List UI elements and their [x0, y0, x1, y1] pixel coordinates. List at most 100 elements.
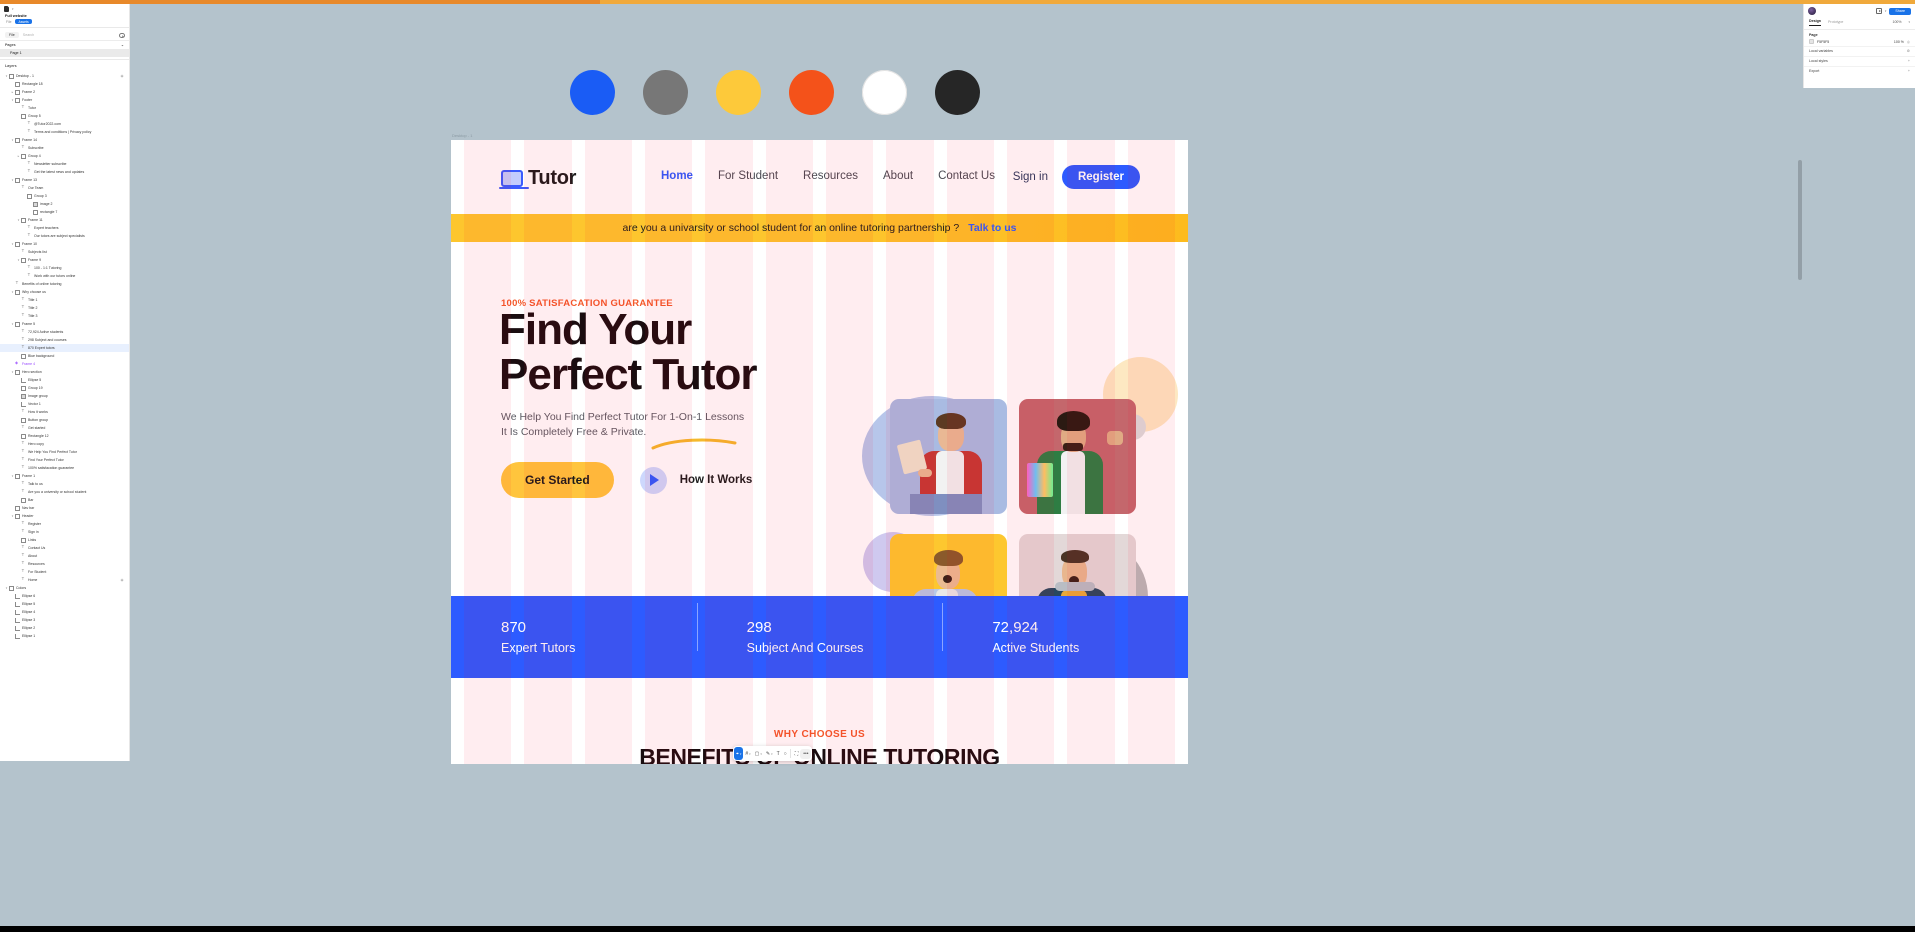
layer-row[interactable]: We Help You Find Perfect Tutor: [0, 448, 129, 456]
color-swatch-white[interactable]: [862, 70, 907, 115]
present-play-icon[interactable]: [1875, 8, 1882, 14]
layer-row[interactable]: Ellipse 4: [0, 608, 129, 616]
site-logo[interactable]: Tutor: [499, 167, 576, 190]
layer-row[interactable]: Ellipse 6: [0, 592, 129, 600]
search-bar[interactable]: File Search: [0, 30, 129, 41]
layer-row[interactable]: Find Your Perfect Tutor: [0, 456, 129, 464]
nav-link-for-student[interactable]: For Student: [718, 170, 778, 182]
layer-row[interactable]: Benefits of online tutoring: [0, 280, 129, 288]
primary-nav[interactable]: Home For Student Resources About Contact Us: [661, 170, 995, 182]
color-swatch-yellow[interactable]: [716, 70, 761, 115]
layer-row[interactable]: ▾ Header: [0, 512, 129, 520]
layer-row[interactable]: ▾ Hero section: [0, 368, 129, 376]
layer-row[interactable]: 100% satisfacation guarantee: [0, 464, 129, 472]
layer-row[interactable]: Our tutors are subject specialists: [0, 232, 129, 240]
layer-row[interactable]: Sign in: [0, 528, 129, 536]
layer-row[interactable]: Are you a university or school student: [0, 488, 129, 496]
layer-row[interactable]: 72,924 Active students: [0, 328, 129, 336]
sign-in-link[interactable]: Sign in: [1013, 171, 1048, 183]
layer-row[interactable]: ▾ Frame 13: [0, 176, 129, 184]
layer-row[interactable]: Tutor: [0, 104, 129, 112]
tab-prototype[interactable]: Prototype: [1828, 20, 1843, 26]
frame-label[interactable]: Desktop - 1: [452, 133, 472, 138]
tab-file[interactable]: File: [6, 20, 11, 24]
color-swatch-near-black[interactable]: [935, 70, 980, 115]
get-started-button[interactable]: Get Started: [501, 462, 614, 498]
layer-row[interactable]: Nav bar: [0, 504, 129, 512]
avatar[interactable]: [1808, 7, 1816, 15]
announcement-link[interactable]: Talk to us: [968, 222, 1016, 234]
layer-row[interactable]: Hero copy: [0, 440, 129, 448]
plus-icon[interactable]: +: [1908, 69, 1910, 73]
layer-row[interactable]: Resources: [0, 560, 129, 568]
layer-row[interactable]: Register: [0, 520, 129, 528]
layers-tree[interactable]: ▾ Desktop - 1 ◉ Rectangle 18 ▸ Frame 2 ▾ Footer…: [0, 70, 129, 646]
layer-row[interactable]: Get the latest news and updates: [0, 168, 129, 176]
chevron-down-icon[interactable]: ▾: [1908, 20, 1910, 24]
layer-row[interactable]: Rectangle 12: [0, 432, 129, 440]
share-button[interactable]: Share: [1889, 7, 1911, 15]
artboard-desktop-1[interactable]: Tutor Home For Student Resources About Conta…: [451, 140, 1188, 764]
local-styles-row[interactable]: Local styles +: [1804, 55, 1915, 66]
tab-assets[interactable]: Assets: [15, 19, 32, 24]
figma-logo-icon[interactable]: [4, 6, 9, 12]
background-row[interactable]: F5F5F5 100 % ◎: [1804, 38, 1915, 46]
move-tool[interactable]: ⌖ ▾: [734, 747, 744, 760]
layer-row[interactable]: ▾ Colors: [0, 584, 129, 592]
visibility-icon[interactable]: ◉: [119, 578, 125, 582]
nav-link-home[interactable]: Home: [661, 170, 693, 182]
layer-row[interactable]: Newsletter subscribe: [0, 160, 129, 168]
layer-row[interactable]: Our Team: [0, 184, 129, 192]
layer-row[interactable]: Button group: [0, 416, 129, 424]
local-variables-row[interactable]: Local variables ⚙: [1804, 45, 1915, 56]
canvas-scrollbar[interactable]: [1798, 160, 1802, 280]
comment-tool[interactable]: ○: [782, 747, 789, 760]
layer-row[interactable]: Ellipse 3: [0, 616, 129, 624]
chevron-down-icon[interactable]: ▾: [1885, 9, 1887, 13]
layer-row[interactable]: @Tutor2022.com: [0, 120, 129, 128]
search-icon[interactable]: [119, 32, 125, 38]
zoom-level[interactable]: 100%: [1893, 20, 1902, 24]
frame-tool[interactable]: # ▾: [743, 747, 752, 760]
layer-row[interactable]: About: [0, 552, 129, 560]
layer-row[interactable]: Title 2: [0, 304, 129, 312]
toolbar-actions-chip[interactable]: •••: [800, 748, 812, 759]
layer-row[interactable]: rectangle 7: [0, 208, 129, 216]
layer-row[interactable]: ▾ Frame 9: [0, 256, 129, 264]
color-swatch-gray[interactable]: [643, 70, 688, 115]
page-item[interactable]: Page 1: [0, 49, 129, 57]
layer-row[interactable]: ▾ Frame 10: [0, 240, 129, 248]
search-input[interactable]: Search: [23, 33, 115, 37]
layer-row[interactable]: 870 Expert tutors: [0, 344, 129, 352]
register-button[interactable]: Register: [1061, 165, 1140, 189]
layer-row[interactable]: For Student: [0, 568, 129, 576]
chevron-down-icon[interactable]: ▾: [740, 752, 742, 756]
layer-row[interactable]: Group 5: [0, 112, 129, 120]
layer-row[interactable]: Bar: [0, 496, 129, 504]
layer-row[interactable]: ▾ Frame 1: [0, 472, 129, 480]
layer-row[interactable]: Image group: [0, 392, 129, 400]
background-color-swatch[interactable]: [1809, 39, 1814, 44]
layer-row[interactable]: Work with our tutors online: [0, 272, 129, 280]
layer-row[interactable]: ▸ Frame 2: [0, 88, 129, 96]
layer-row[interactable]: Subjects list: [0, 248, 129, 256]
edit-icon[interactable]: ⚙: [1907, 49, 1910, 53]
layer-row[interactable]: image 2: [0, 200, 129, 208]
layer-row[interactable]: ▾ Desktop - 1 ◉: [0, 72, 129, 80]
layer-row[interactable]: 100 - 1:1 Tutoring: [0, 264, 129, 272]
how-it-works-button[interactable]: How It Works: [639, 466, 752, 494]
layer-row[interactable]: Title 3: [0, 312, 129, 320]
layer-row[interactable]: Subscribe: [0, 144, 129, 152]
text-tool[interactable]: T: [775, 747, 782, 760]
layer-row[interactable]: Ellipse 2: [0, 624, 129, 632]
layer-row[interactable]: Group 19: [0, 384, 129, 392]
layer-row[interactable]: Group 3: [0, 192, 129, 200]
layer-row[interactable]: Rectangle 18: [0, 80, 129, 88]
color-swatch-blue[interactable]: [570, 70, 615, 115]
layer-row[interactable]: Home ◉: [0, 576, 129, 584]
file-chip[interactable]: File: [5, 32, 19, 38]
layer-row[interactable]: ▾ Footer: [0, 96, 129, 104]
layer-row[interactable]: Vector 1: [0, 400, 129, 408]
chevron-down-icon[interactable]: ▾: [760, 752, 762, 756]
chevron-down-icon[interactable]: ▾: [12, 7, 14, 11]
